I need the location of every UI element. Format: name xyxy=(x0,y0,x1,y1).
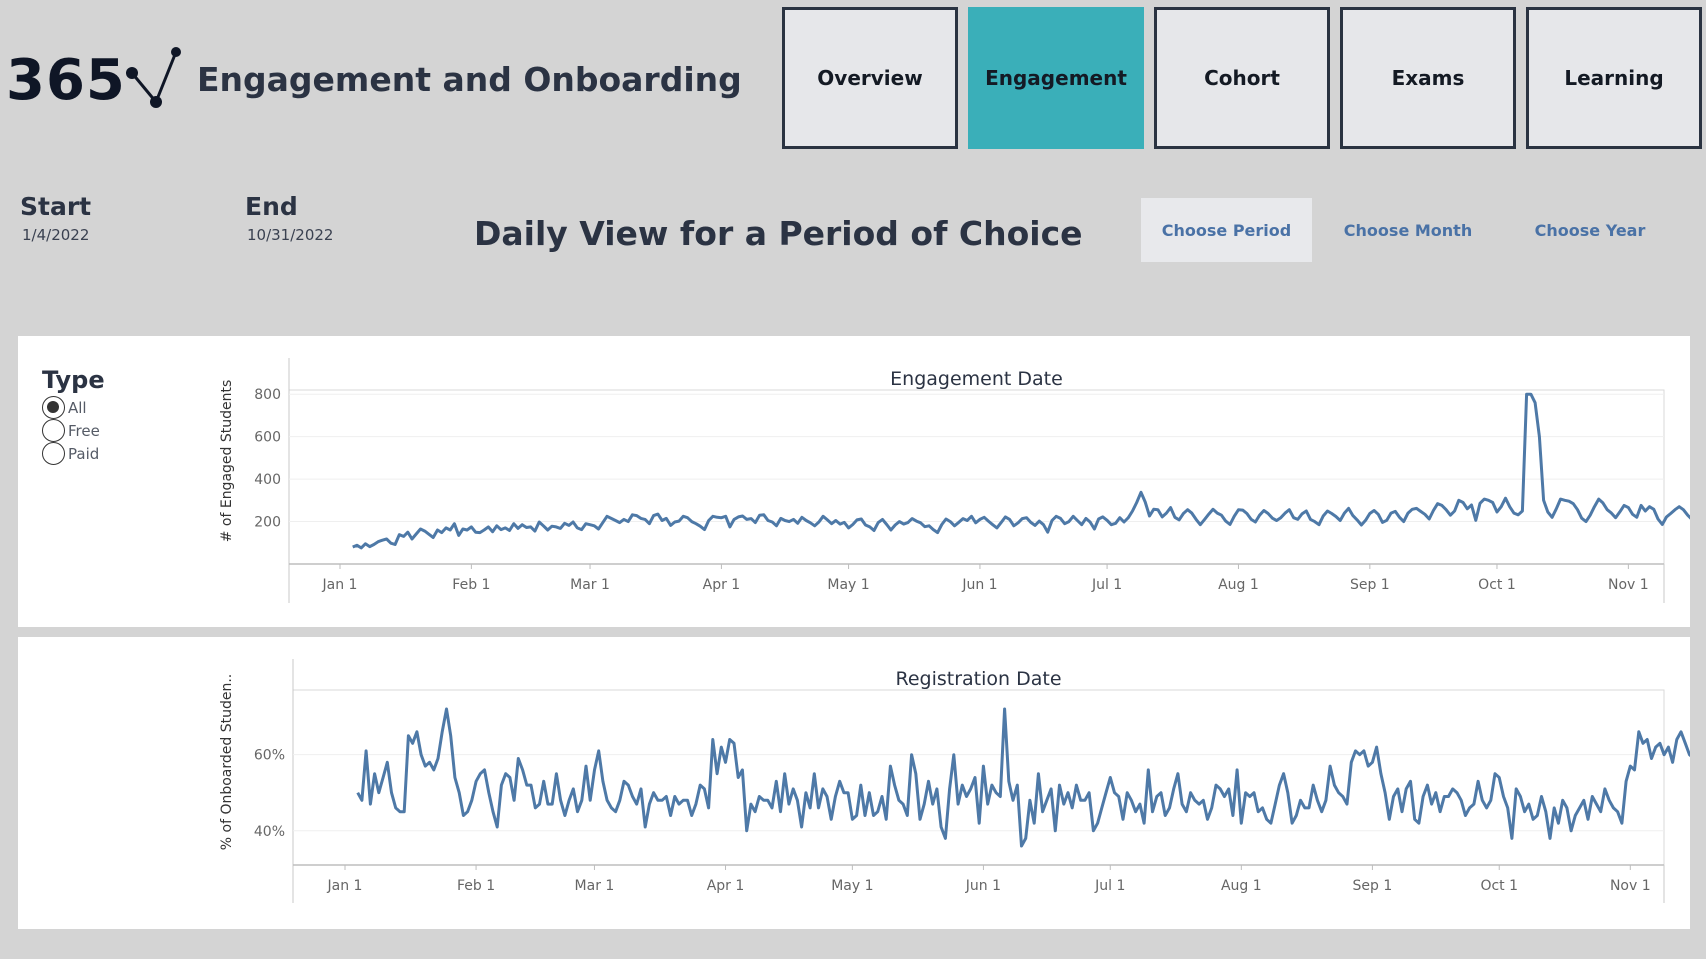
x-tick-label: Jun 1 xyxy=(965,878,1001,894)
type-option-label: Free xyxy=(68,421,100,440)
y-tick-label: 400 xyxy=(254,472,281,488)
y-tick-label: 200 xyxy=(254,515,281,531)
plot-frame xyxy=(292,689,1665,866)
x-tick-label: Jul 1 xyxy=(1091,577,1122,593)
app-title: Engagement and Onboarding xyxy=(197,60,742,99)
y-tick-label: 600 xyxy=(254,430,281,446)
radio-paid[interactable] xyxy=(42,442,65,465)
x-tick-label: Feb 1 xyxy=(457,878,495,894)
y-axis-label: # of Engaged Students xyxy=(219,380,235,543)
y-tick-label: 800 xyxy=(254,387,281,403)
x-tick-label: Jul 1 xyxy=(1094,878,1125,894)
type-option-label: All xyxy=(68,398,87,417)
x-tick-label: Aug 1 xyxy=(1218,577,1259,593)
x-tick-label: Apr 1 xyxy=(707,878,745,894)
type-option-all[interactable]: All xyxy=(42,396,105,419)
x-tick-label: Oct 1 xyxy=(1478,577,1516,593)
x-tick-label: Sep 1 xyxy=(1350,577,1390,593)
x-tick-label: Mar 1 xyxy=(570,577,610,593)
x-tick-label: Jan 1 xyxy=(327,878,363,894)
nav-learning-button[interactable]: Learning xyxy=(1526,7,1702,149)
chart-title: Engagement Date xyxy=(890,368,1063,390)
x-tick-label: Oct 1 xyxy=(1480,878,1518,894)
type-option-paid[interactable]: Paid xyxy=(42,442,105,465)
start-date-label: Start xyxy=(20,192,92,221)
x-tick-label: May 1 xyxy=(827,577,869,593)
x-tick-label: May 1 xyxy=(831,878,873,894)
x-tick-label: Feb 1 xyxy=(452,577,490,593)
type-filter: Type All Free Paid xyxy=(42,366,105,465)
x-tick-label: Sep 1 xyxy=(1353,878,1393,894)
y-tick-label: 40% xyxy=(254,824,285,840)
registration-line-chart: 40% 60% Jan 1 Feb 1 Mar 1 Apr 1 May 1 Jun 1 Jul … xyxy=(219,659,1706,903)
start-date-value[interactable]: 1/4/2022 xyxy=(22,226,89,244)
nav-cohort-button[interactable]: Cohort xyxy=(1154,7,1330,149)
type-option-label: Paid xyxy=(68,444,100,463)
engagement-panel: Type All Free Paid 200 400 600 800 Jan 1 Feb … xyxy=(18,336,1706,627)
brand-logo: 365 xyxy=(6,40,186,114)
x-tick-label: Nov 1 xyxy=(1608,577,1649,593)
choose-year-button[interactable]: Choose Year xyxy=(1504,198,1676,262)
logo-check-icon xyxy=(126,47,181,108)
type-option-free[interactable]: Free xyxy=(42,419,105,442)
x-tick-label: Nov 1 xyxy=(1610,878,1651,894)
chart-title: Registration Date xyxy=(895,668,1061,690)
view-title: Daily View for a Period of Choice xyxy=(474,214,1083,253)
x-tick-label: Apr 1 xyxy=(703,577,741,593)
registration-panel: 40% 60% Jan 1 Feb 1 Mar 1 Apr 1 May 1 Jun 1 Jul … xyxy=(18,637,1706,929)
series-line xyxy=(356,707,1706,848)
x-tick-label: Jun 1 xyxy=(961,577,997,593)
nav-overview-button[interactable]: Overview xyxy=(782,7,958,149)
x-tick-label: Jan 1 xyxy=(322,577,358,593)
choose-month-button[interactable]: Choose Month xyxy=(1322,198,1494,262)
end-date-value[interactable]: 10/31/2022 xyxy=(247,226,333,244)
x-tick-label: Aug 1 xyxy=(1221,878,1262,894)
radio-free[interactable] xyxy=(42,419,65,442)
series-line xyxy=(352,392,1706,550)
engagement-line-chart: 200 400 600 800 Jan 1 Feb 1 Mar 1 Apr 1 May 1 Jun… xyxy=(219,358,1706,603)
end-date-label: End xyxy=(245,192,298,221)
nav-exams-button[interactable]: Exams xyxy=(1340,7,1516,149)
plot-frame xyxy=(288,389,1665,565)
nav-engagement-button[interactable]: Engagement xyxy=(968,7,1144,149)
choose-period-button[interactable]: Choose Period xyxy=(1141,198,1312,262)
radio-all[interactable] xyxy=(42,396,65,419)
type-filter-title: Type xyxy=(42,366,105,394)
x-tick-label: Mar 1 xyxy=(575,878,615,894)
y-tick-label: 60% xyxy=(254,748,285,764)
y-axis-label: % of Onboarded Studen.. xyxy=(219,674,235,851)
